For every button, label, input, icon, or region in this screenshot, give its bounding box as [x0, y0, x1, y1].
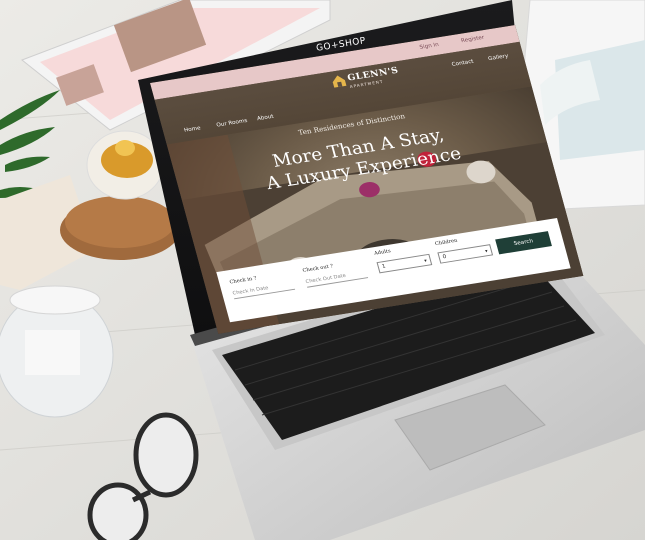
chevron-down-icon: ▾	[423, 258, 428, 265]
checkin-label: Check in ?	[228, 275, 258, 286]
checkout-label: Check out ?	[301, 263, 334, 274]
photo-scene: Sign In Register GLENN'S APARTMENT Home …	[0, 0, 645, 540]
sugar-jar	[0, 285, 114, 418]
chevron-down-icon: ▾	[484, 248, 489, 255]
children-value: 0	[442, 254, 448, 261]
children-select[interactable]: 0 ▾	[437, 244, 494, 264]
adults-select[interactable]: 1 ▾	[376, 253, 433, 274]
register-link[interactable]: Register	[461, 35, 485, 44]
search-button[interactable]: Search	[495, 231, 552, 255]
adults-label: Adults	[373, 248, 392, 257]
sign-in-link[interactable]: Sign In	[419, 42, 440, 51]
adults-value: 1	[381, 263, 387, 270]
children-label: Children	[434, 237, 459, 247]
house-logo-icon	[332, 75, 347, 88]
